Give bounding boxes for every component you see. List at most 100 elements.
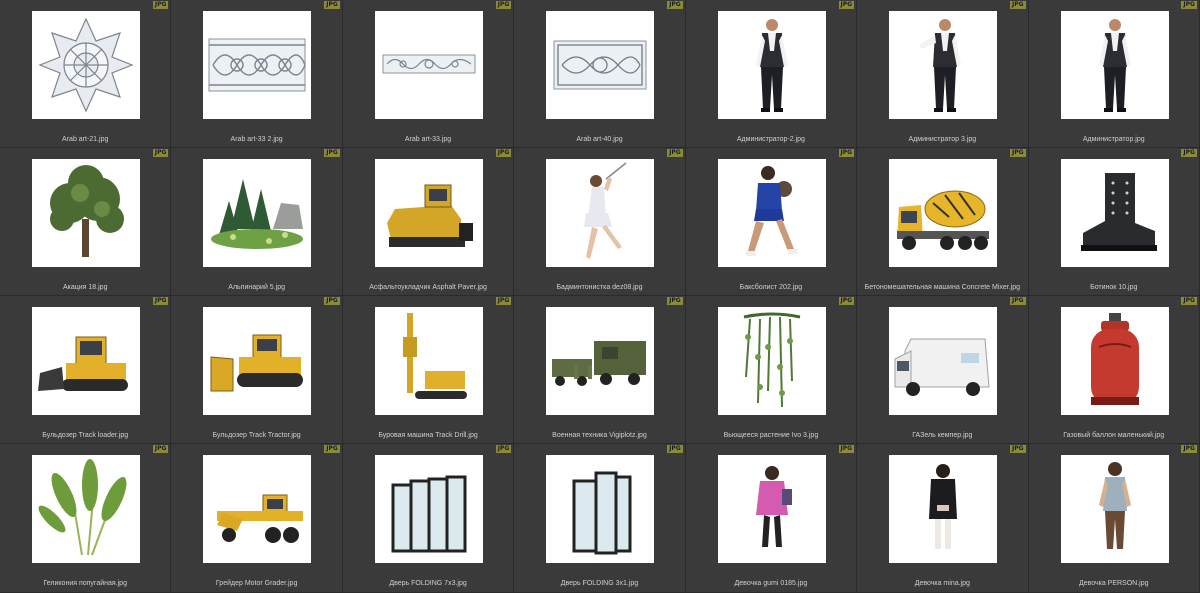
file-type-badge: JPG	[838, 445, 855, 453]
thumbnail-image[interactable]	[546, 307, 655, 415]
thumbnail-image[interactable]	[717, 307, 826, 415]
file-thumbnail[interactable]: JPG ГАЗель кемпер.jpg	[857, 296, 1029, 444]
thumbnail-image[interactable]	[546, 455, 655, 563]
file-type-badge: JPG	[838, 297, 855, 305]
thumbnail-image[interactable]	[717, 11, 826, 119]
file-type-badge: JPG	[324, 445, 340, 453]
thumbnail-image[interactable]	[546, 159, 655, 267]
file-thumbnail[interactable]: JPG Буровая машина Track Drill.jpg	[342, 296, 515, 444]
file-thumbnail[interactable]: JPG Баксболист 202.jpg	[685, 148, 858, 296]
file-thumbnail[interactable]: JPG Бульдозер Track Tractor.jpg	[171, 296, 343, 444]
file-name-label: Бульдозер Track loader.jpg	[42, 432, 129, 439]
file-type-badge: JPG	[838, 1, 855, 9]
file-name-label: Военная техника Vigiplotz.jpg	[552, 432, 647, 439]
file-type-badge: JPG	[1009, 445, 1026, 453]
gas-cylinder-icon	[1061, 307, 1169, 415]
file-name-label: Девочка PERSON.jpg	[1078, 580, 1149, 587]
file-name-label: Грейдер Motor Grader.jpg	[215, 580, 298, 587]
thumbnail-image[interactable]	[32, 455, 140, 563]
girl-black-coat-icon	[889, 455, 997, 563]
thumbnail-image[interactable]	[203, 11, 312, 119]
file-type-badge: JPG	[667, 149, 683, 157]
file-thumbnail[interactable]: JPG Геликония попугайная.jpg	[0, 444, 172, 593]
file-thumbnail[interactable]: JPG Асфальтоукладчик Asphalt Paver.jpg	[342, 148, 515, 296]
thumbnail-image[interactable]	[1060, 307, 1169, 415]
thumbnail-image[interactable]	[889, 11, 998, 119]
thumbnail-image[interactable]	[889, 307, 998, 415]
file-name-label: Администратор.jpg	[1082, 136, 1145, 143]
file-type-badge: JPG	[495, 1, 512, 9]
boot-icon	[1061, 159, 1169, 267]
thumbnail-image[interactable]	[889, 159, 998, 267]
thumbnail-image[interactable]	[374, 307, 483, 415]
file-thumbnail[interactable]: JPG Девочка mina.jpg	[857, 444, 1029, 593]
girl-pink-jacket-icon	[718, 455, 826, 563]
file-thumbnail[interactable]: JPG Дверь FOLDING 7x3.jpg	[342, 444, 515, 593]
file-type-badge: JPG	[324, 297, 340, 305]
file-name-label: Администратор 3.jpg	[908, 136, 977, 143]
file-thumbnail[interactable]: JPG Администратор-2.jpg	[685, 0, 858, 148]
file-type-badge: JPG	[152, 149, 169, 157]
thumbnail-image[interactable]	[203, 455, 312, 563]
file-thumbnail[interactable]: JPG Бетономешательная машина Concrete Mix…	[857, 148, 1029, 296]
thumbnail-image[interactable]	[374, 455, 483, 563]
thumbnail-image[interactable]	[546, 11, 655, 119]
file-type-badge: JPG	[495, 297, 512, 305]
file-thumbnail[interactable]: JPG Arab art-21.jpg	[0, 0, 172, 148]
file-name-label: Акация 18.jpg	[62, 284, 108, 291]
tree-icon	[32, 159, 140, 267]
bulldozer-icon	[203, 307, 311, 415]
file-thumbnail[interactable]: JPG Администратор 3.jpg	[857, 0, 1029, 148]
file-thumbnail[interactable]: JPG Бульдозер Track loader.jpg	[0, 296, 172, 444]
thumbnail-image[interactable]	[889, 455, 998, 563]
file-thumbnail[interactable]: JPG Военная техника Vigiplotz.jpg	[514, 296, 686, 444]
file-type-badge: JPG	[495, 445, 512, 453]
file-thumbnail[interactable]: JPG Ботинок 10.jpg	[1028, 148, 1200, 296]
thumbnail-image[interactable]	[374, 159, 483, 267]
folding-door-icon	[546, 455, 654, 563]
military-vehicles-icon	[546, 307, 654, 415]
file-type-badge: JPG	[324, 149, 340, 157]
thumbnail-image[interactable]	[1060, 11, 1169, 119]
file-thumbnail[interactable]: JPG Arab art-33.jpg	[342, 0, 515, 148]
file-thumbnail[interactable]: JPG Девочка gumi 0185.jpg	[685, 444, 858, 593]
thumbnail-image[interactable]	[32, 159, 140, 267]
thumbnail-image[interactable]	[32, 11, 140, 119]
file-thumbnail[interactable]: JPG Arab art-33 2.jpg	[171, 0, 343, 148]
file-thumbnail[interactable]: JPG Администратор.jpg	[1028, 0, 1200, 148]
motor-grader-icon	[203, 455, 311, 563]
thumbnail-image[interactable]	[203, 307, 312, 415]
file-name-label: Газовый баллон маленький.jpg	[1063, 432, 1165, 439]
file-name-label: Альпинарий 5.jpg	[228, 284, 285, 291]
thumbnail-image[interactable]	[203, 159, 312, 267]
file-name-label: Arab art-33 2.jpg	[230, 136, 283, 143]
file-thumbnail[interactable]: JPG Вьющееся растение Ivo 3.jpg	[685, 296, 858, 444]
file-name-label: Бадминтонистка dez08.jpg	[556, 284, 643, 291]
thumbnail-image[interactable]	[717, 455, 826, 563]
rock-garden-icon	[203, 159, 311, 267]
file-thumbnail[interactable]: JPG Грейдер Motor Grader.jpg	[171, 444, 343, 593]
file-thumbnail[interactable]: JPG Дверь FOLDING 3x1.jpg	[514, 444, 686, 593]
file-thumbnail[interactable]: JPG Альпинарий 5.jpg	[171, 148, 343, 296]
arab-ornament-panel-icon	[546, 11, 654, 119]
thumbnail-image[interactable]	[1060, 455, 1169, 563]
man-standing-icon	[718, 11, 826, 119]
man-gesturing-icon	[889, 11, 997, 119]
thumbnail-image[interactable]	[374, 11, 483, 119]
file-name-label: Буровая машина Track Drill.jpg	[378, 432, 478, 439]
file-thumbnail[interactable]: JPG Бадминтонистка dez08.jpg	[514, 148, 686, 296]
asphalt-paver-icon	[375, 159, 483, 267]
thumbnail-image[interactable]	[32, 307, 140, 415]
file-type-badge: JPG	[1181, 149, 1197, 157]
file-name-label: Администратор-2.jpg	[736, 136, 805, 143]
file-name-label: Arab art-21.jpg	[62, 136, 109, 143]
file-thumbnail[interactable]: JPG Газовый баллон маленький.jpg	[1028, 296, 1200, 444]
drill-rig-icon	[375, 307, 483, 415]
file-type-badge: JPG	[1009, 1, 1026, 9]
thumbnail-image[interactable]	[717, 159, 826, 267]
file-thumbnail[interactable]: JPG Девочка PERSON.jpg	[1028, 444, 1200, 593]
file-thumbnail[interactable]: JPG Акация 18.jpg	[0, 148, 172, 296]
thumbnail-image[interactable]	[1060, 159, 1169, 267]
file-thumbnail[interactable]: JPG Arab art-40.jpg	[514, 0, 686, 148]
file-name-label: Асфальтоукладчик Asphalt Paver.jpg	[369, 284, 487, 291]
